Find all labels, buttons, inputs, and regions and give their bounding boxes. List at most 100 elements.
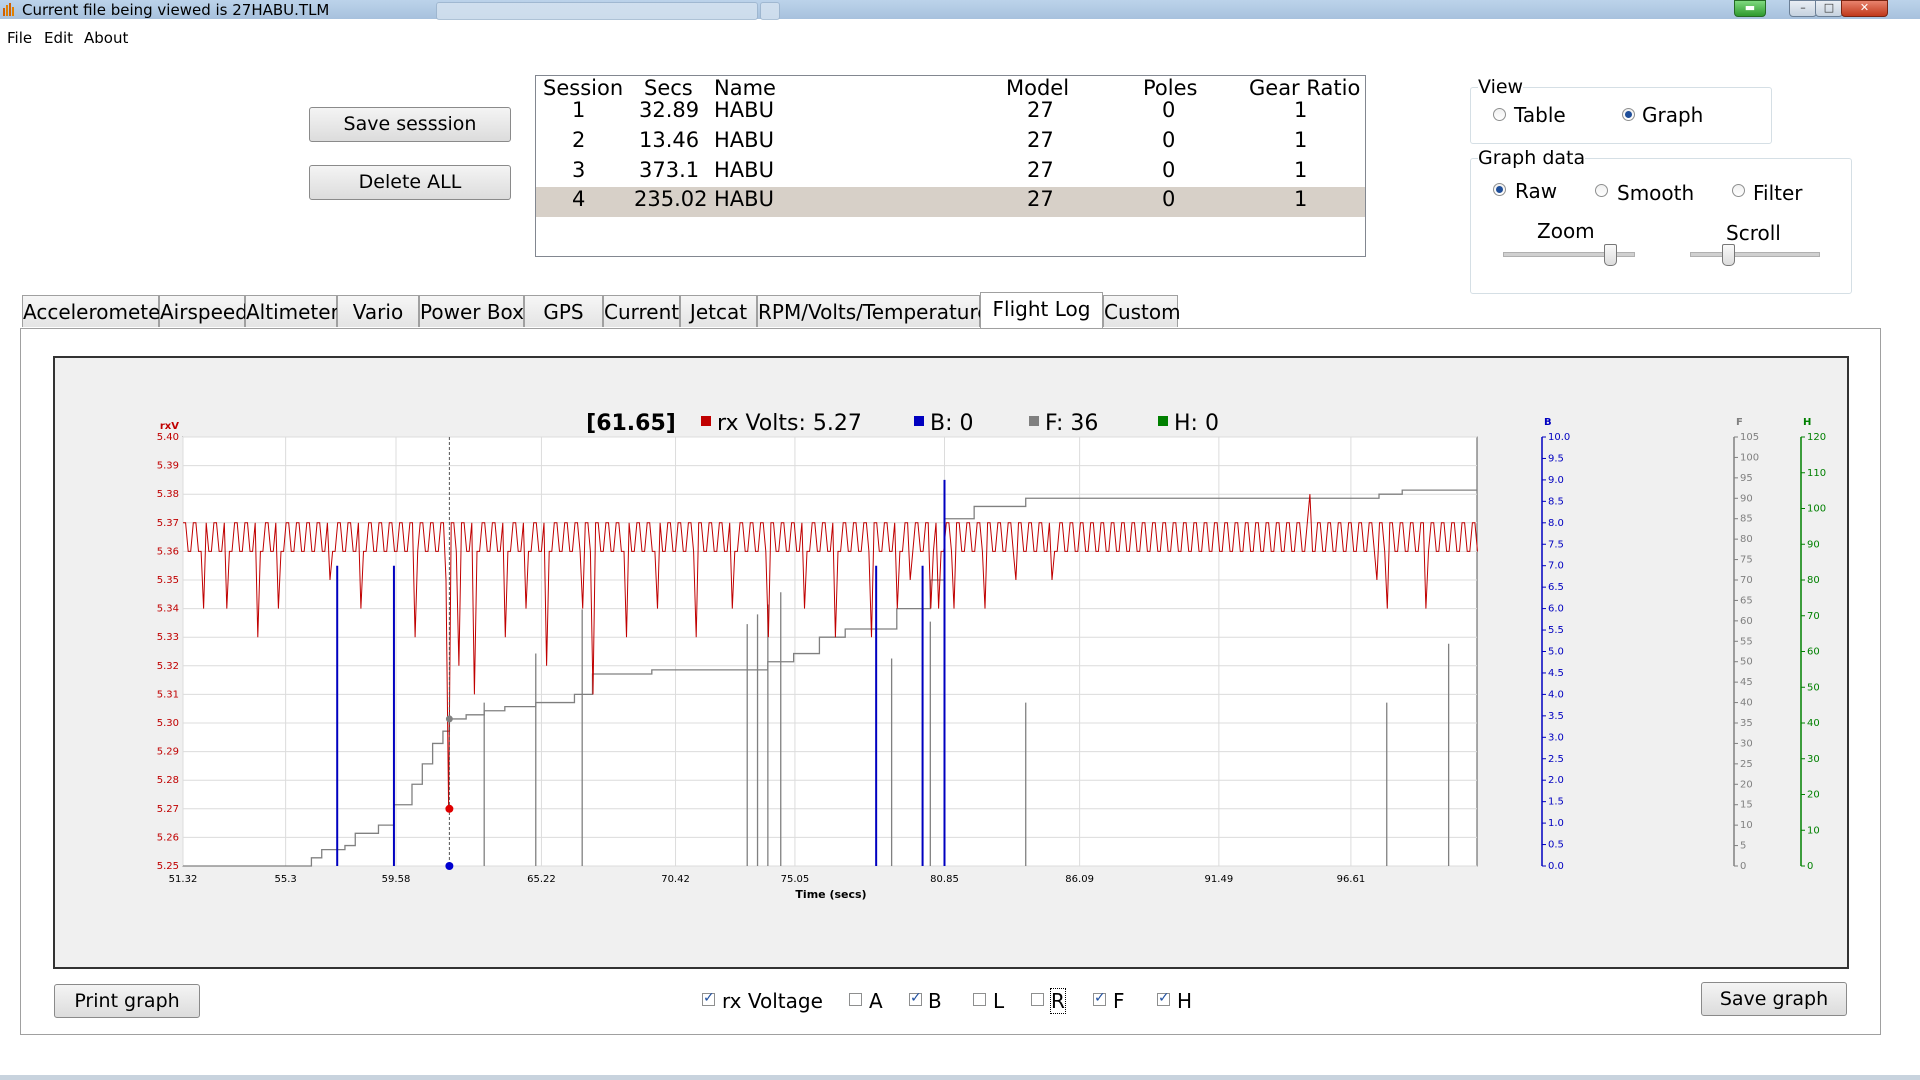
- smooth-radio[interactable]: [1595, 184, 1608, 197]
- cell-poles: 0: [1162, 187, 1176, 211]
- cell-poles: 0: [1162, 158, 1176, 182]
- f-axis-tick-label: 0: [1740, 861, 1746, 872]
- cell-poles: 0: [1162, 128, 1176, 152]
- rx-voltage-label[interactable]: rx Voltage: [722, 989, 823, 1013]
- h-axis-tick-label: 40: [1807, 718, 1820, 729]
- legend-swatch-f: [1029, 416, 1039, 426]
- h-axis-tick-label: 110: [1807, 468, 1826, 479]
- b-axis-tick-label: 1.5: [1548, 797, 1564, 808]
- l-label[interactable]: L: [993, 989, 1004, 1013]
- view-table-label[interactable]: Table: [1514, 103, 1566, 127]
- b-axis-tick-label: 6.5: [1548, 582, 1564, 593]
- tab-vario[interactable]: Vario: [337, 295, 419, 327]
- col-poles[interactable]: Poles: [1143, 76, 1197, 98]
- save-session-button[interactable]: Save sesssion: [309, 107, 511, 142]
- a-label[interactable]: A: [869, 989, 883, 1013]
- cell-name: HABU: [714, 187, 774, 211]
- l-checkbox[interactable]: [973, 993, 986, 1006]
- b-label[interactable]: B: [928, 989, 942, 1013]
- view-graph-label[interactable]: Graph: [1642, 103, 1703, 127]
- h-axis-tick-label: 100: [1807, 504, 1826, 515]
- b-axis-tick-label: 2.0: [1548, 775, 1564, 786]
- table-row-selected[interactable]: 4 235.02 HABU 27 0 1: [536, 187, 1365, 217]
- h-label[interactable]: H: [1177, 989, 1192, 1013]
- print-graph-button[interactable]: Print graph: [54, 984, 200, 1018]
- scroll-slider-thumb[interactable]: [1722, 244, 1735, 266]
- f-label[interactable]: F: [1113, 989, 1125, 1013]
- green-tray-button[interactable]: ▬: [1734, 0, 1766, 17]
- x-tick-label: 80.85: [930, 874, 959, 885]
- tab-power-box[interactable]: Power Box: [419, 295, 524, 327]
- view-table-radio[interactable]: [1493, 108, 1506, 121]
- scroll-slider-track[interactable]: [1690, 252, 1820, 257]
- r-checkbox[interactable]: [1031, 993, 1044, 1006]
- y-tick-label: 5.32: [157, 661, 179, 672]
- filter-label[interactable]: Filter: [1753, 181, 1803, 205]
- tab-airspeed[interactable]: Airspeed: [159, 295, 248, 327]
- rx-voltage-checkbox[interactable]: [702, 990, 715, 1006]
- y-tick-label: 5.25: [157, 861, 179, 872]
- sessions-table[interactable]: Session Secs Name Model Poles Gear Ratio…: [535, 75, 1366, 257]
- raw-label[interactable]: Raw: [1515, 179, 1557, 203]
- tab-rpm-volts-temperature[interactable]: RPM/Volts/Temperature: [757, 295, 990, 327]
- zoom-slider-thumb[interactable]: [1604, 244, 1617, 266]
- filter-radio[interactable]: [1732, 184, 1745, 197]
- a-checkbox[interactable]: [849, 993, 862, 1006]
- tab-current[interactable]: Current: [603, 295, 680, 327]
- delete-all-button[interactable]: Delete ALL: [309, 165, 511, 200]
- cell-model: 27: [1027, 128, 1054, 152]
- y-tick-label: 5.33: [157, 632, 179, 643]
- col-gear-ratio[interactable]: Gear Ratio: [1249, 76, 1360, 98]
- y-tick-label: 5.35: [157, 575, 179, 586]
- close-button[interactable]: ✕: [1841, 0, 1888, 17]
- col-secs[interactable]: Secs: [644, 76, 693, 98]
- table-row[interactable]: 3 373.1 HABU 27 0 1: [536, 158, 1365, 188]
- tab-gps[interactable]: GPS: [524, 295, 603, 327]
- b-axis-tick-label: 9.5: [1548, 453, 1564, 464]
- menu-edit[interactable]: Edit: [44, 29, 73, 47]
- r-label[interactable]: R: [1050, 988, 1066, 1014]
- b-axis-tick-label: 2.5: [1548, 754, 1564, 765]
- plot-background: [182, 436, 1478, 867]
- background-window-tab: [436, 2, 758, 20]
- f-checkbox[interactable]: [1093, 990, 1106, 1006]
- graph-area[interactable]: [61.65] rx Volts: 5.27 B: 0 F: 36 H: 0 5…: [53, 356, 1849, 969]
- cell-session: 1: [572, 98, 586, 122]
- cell-model: 27: [1027, 158, 1054, 182]
- smooth-label[interactable]: Smooth: [1617, 181, 1694, 205]
- f-axis-tick-label: 60: [1740, 616, 1753, 627]
- col-session[interactable]: Session: [543, 76, 623, 98]
- h-axis-tick-label: 10: [1807, 825, 1820, 836]
- maximize-button[interactable]: □: [1815, 0, 1843, 17]
- b-axis-tick-label: 10.0: [1548, 432, 1570, 443]
- save-graph-button[interactable]: Save graph: [1701, 982, 1847, 1016]
- tab-jetcat[interactable]: Jetcat: [680, 295, 757, 327]
- background-window-tab-close: [760, 2, 780, 20]
- h-checkbox[interactable]: [1157, 990, 1170, 1006]
- x-tick-label: 96.61: [1337, 874, 1366, 885]
- f-axis-tick-label: 75: [1740, 555, 1753, 566]
- y-tick-label: 5.40: [157, 432, 179, 443]
- f-axis-tick-label: 55: [1740, 636, 1753, 647]
- tab-flight-log[interactable]: Flight Log: [980, 292, 1103, 328]
- tab-altimeter[interactable]: Altimeter: [245, 295, 339, 327]
- y-tick-label: 5.31: [157, 689, 179, 700]
- f-axis-tick-label: 10: [1740, 820, 1753, 831]
- flight-log-chart[interactable]: [61.65] rx Volts: 5.27 B: 0 F: 36 H: 0 5…: [55, 358, 1847, 967]
- cell-session: 3: [572, 158, 586, 182]
- menu-file[interactable]: File: [7, 29, 32, 47]
- table-row[interactable]: 2 13.46 HABU 27 0 1: [536, 128, 1365, 158]
- col-model[interactable]: Model: [1006, 76, 1069, 98]
- f-axis-tick-label: 85: [1740, 514, 1753, 525]
- minimize-button[interactable]: –: [1789, 0, 1817, 17]
- tab-accelerometer[interactable]: Accelerometer: [22, 295, 169, 327]
- b-checkbox[interactable]: [909, 990, 922, 1006]
- col-name[interactable]: Name: [714, 76, 776, 98]
- tab-custom[interactable]: Custom: [1103, 295, 1181, 327]
- readout-b: B: 0: [930, 411, 974, 436]
- raw-radio[interactable]: [1493, 183, 1506, 196]
- table-row[interactable]: 1 32.89 HABU 27 0 1: [536, 98, 1365, 128]
- cursor-marker-b: [445, 862, 454, 870]
- view-graph-radio[interactable]: [1622, 108, 1635, 121]
- menu-about[interactable]: About: [84, 29, 128, 47]
